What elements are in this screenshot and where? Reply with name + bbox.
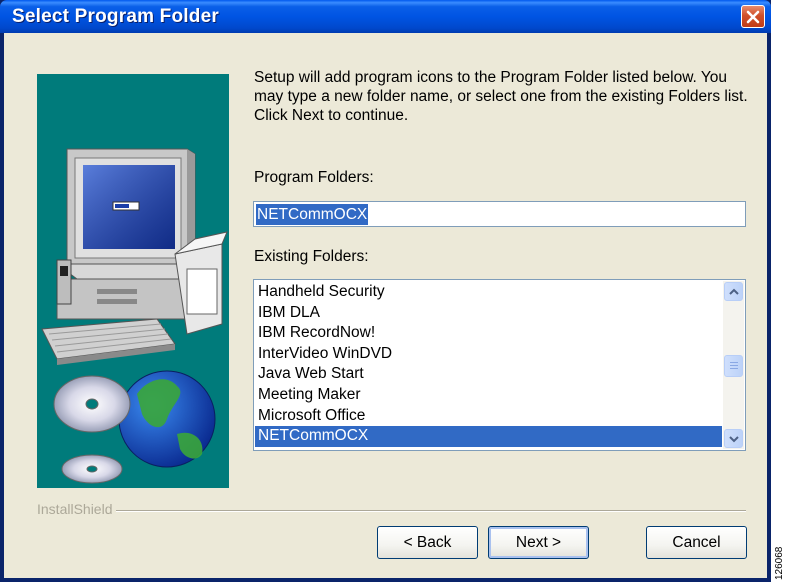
- list-item[interactable]: Java Web Start: [255, 364, 722, 385]
- list-item[interactable]: Handheld Security: [255, 282, 722, 303]
- program-folders-label: Program Folders:: [254, 169, 374, 186]
- next-button[interactable]: Next >: [488, 526, 589, 559]
- chevron-up-icon: [728, 288, 739, 295]
- window-title: Select Program Folder: [12, 6, 219, 27]
- list-item[interactable]: IBM DLA: [255, 303, 722, 324]
- scroll-down-button[interactable]: [724, 429, 743, 448]
- back-button[interactable]: < Back: [377, 526, 478, 559]
- figure-number-text: 126068: [774, 546, 785, 580]
- scroll-thumb[interactable]: [724, 355, 743, 377]
- installshield-brand: InstallShield: [37, 501, 113, 517]
- program-folder-value: NETCommOCX: [256, 204, 369, 225]
- vertical-scrollbar[interactable]: [723, 281, 744, 449]
- cancel-button[interactable]: Cancel: [646, 526, 747, 559]
- dialog-body: Setup will add program icons to the Prog…: [4, 33, 767, 578]
- figure-number: 126068: [774, 546, 785, 580]
- chevron-down-icon: [728, 435, 739, 442]
- setup-illustration: [37, 74, 229, 488]
- existing-folders-label: Existing Folders:: [254, 248, 369, 265]
- list-item[interactable]: Meeting Maker: [255, 385, 722, 406]
- close-button[interactable]: [741, 5, 765, 28]
- installer-window: Select Program Folder Setup will add pro…: [0, 0, 771, 582]
- computer-globe-illustration: [41, 148, 228, 484]
- scroll-up-button[interactable]: [724, 282, 743, 301]
- instructions-text: Setup will add program icons to the Prog…: [254, 69, 748, 124]
- title-bar[interactable]: Select Program Folder: [0, 0, 771, 33]
- list-item[interactable]: InterVideo WinDVD: [255, 344, 722, 365]
- close-x-icon: [746, 10, 760, 23]
- program-folder-input[interactable]: NETCommOCX: [253, 201, 746, 227]
- list-item[interactable]: IBM RecordNow!: [255, 323, 722, 344]
- list-item-selected[interactable]: NETCommOCX: [255, 426, 722, 447]
- list-item[interactable]: Microsoft Office: [255, 406, 722, 427]
- footer-divider: [116, 510, 746, 512]
- existing-folders-list[interactable]: Handheld Security IBM DLA IBM RecordNow!…: [253, 279, 746, 451]
